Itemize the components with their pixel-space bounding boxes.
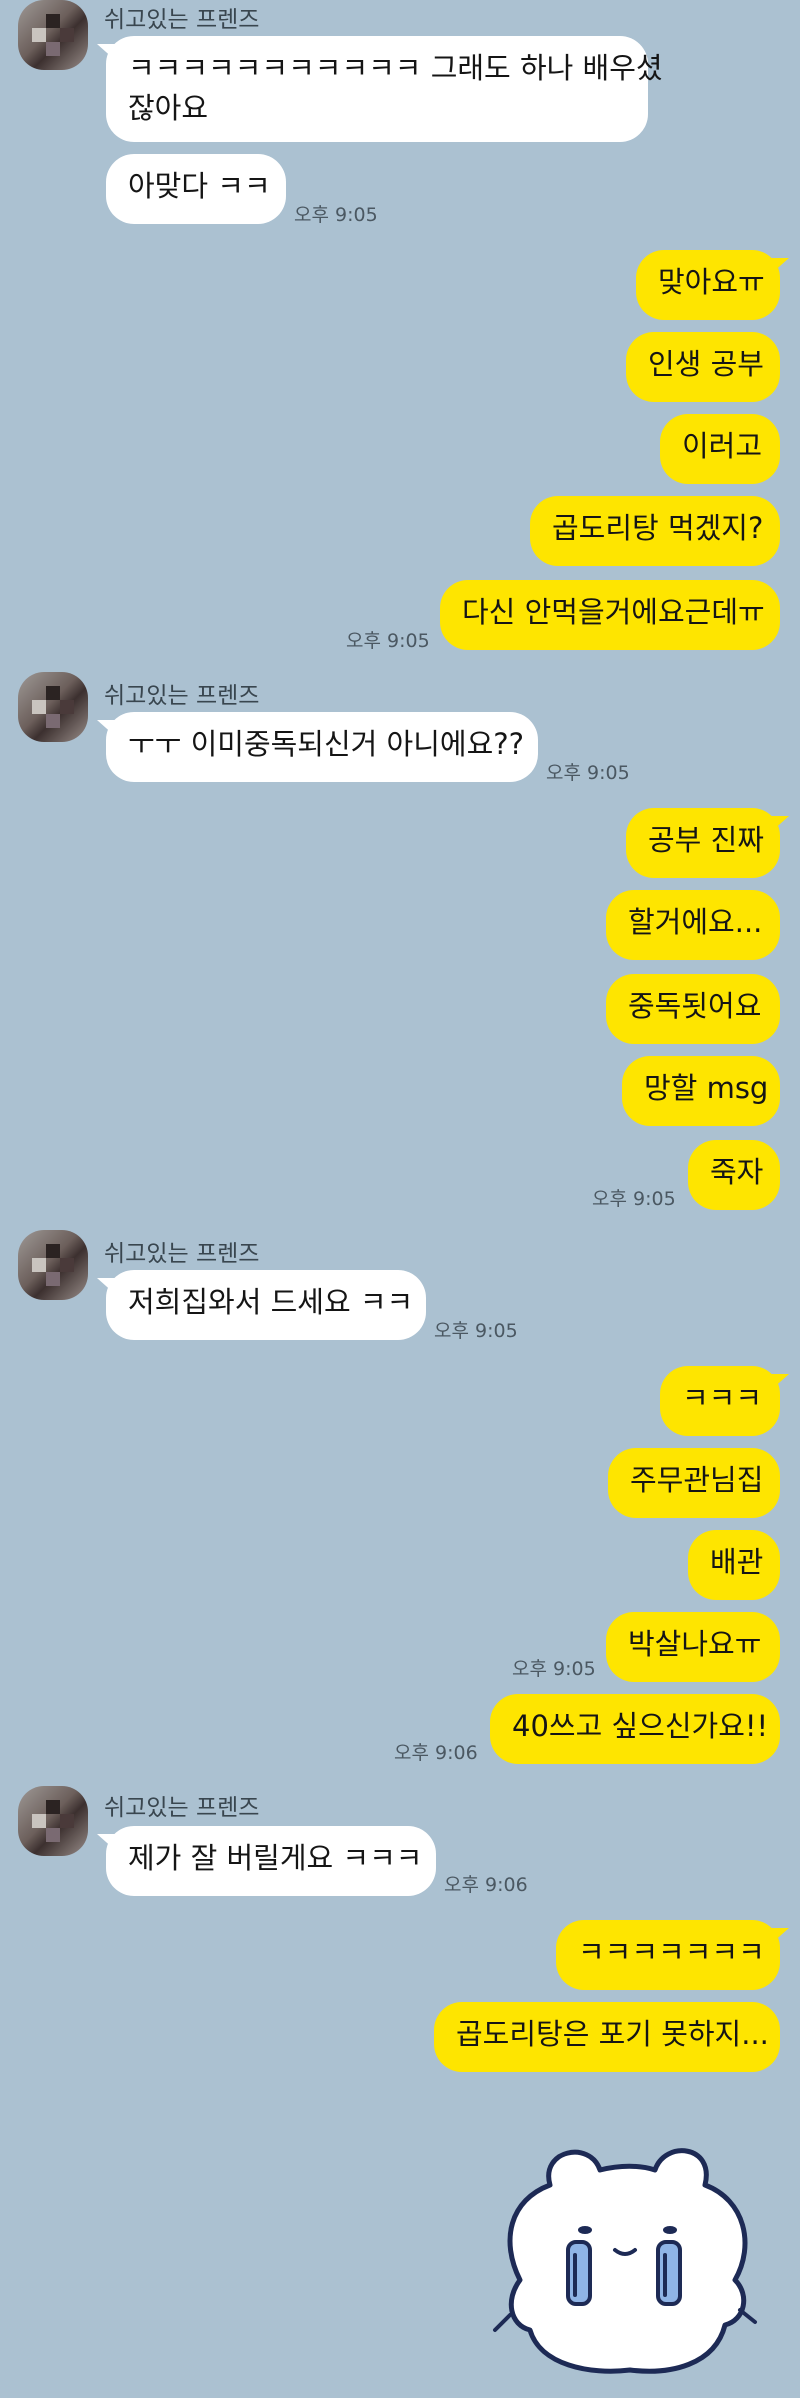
avatar-pixel: [32, 1258, 46, 1272]
avatar-pixel: [46, 14, 60, 28]
message-text: 이러고: [682, 429, 763, 463]
outgoing-message-bubble[interactable]: 인생 공부: [626, 332, 780, 402]
message-line: ㅋㅋㅋㅋㅋㅋㅋㅋㅋㅋㅋ 그래도 하나 배우셨: [128, 51, 663, 85]
outgoing-message-bubble[interactable]: 곱도리탕은 포기 못하지...: [434, 2002, 780, 2072]
avatar-pixel: [32, 28, 46, 42]
avatar-pixel: [46, 1272, 60, 1286]
sender-name: 쉬고있는 프렌즈: [104, 683, 260, 709]
avatar[interactable]: [18, 1230, 88, 1300]
message-text: 아맞다 ㅋㅋ: [128, 169, 271, 203]
avatar-pixel: [46, 714, 60, 728]
outgoing-message-bubble[interactable]: 중독됫어요: [606, 974, 780, 1044]
message-text: 제가 잘 버릴게요 ㅋㅋㅋ: [128, 1841, 423, 1875]
message-text: 공부 진짜: [648, 823, 764, 857]
crying-frog-sticker-icon[interactable]: [480, 2130, 765, 2380]
message-line: 잖아요: [128, 91, 209, 125]
message-time: 오후 9:06: [444, 1874, 528, 1896]
avatar-pixel: [60, 700, 74, 714]
message-text: ㅜㅜ 이미중독되신거 아니에요??: [128, 727, 525, 761]
avatar-pixel: [60, 28, 74, 42]
message-text: 곱도리탕은 포기 못하지...: [456, 2017, 769, 2051]
incoming-message-bubble[interactable]: ㅋㅋㅋㅋㅋㅋㅋㅋㅋㅋㅋ 그래도 하나 배우셨 잖아요: [97, 36, 663, 142]
message-text: 주무관님집: [630, 1463, 764, 1497]
avatar[interactable]: [18, 1786, 88, 1856]
outgoing-message-bubble[interactable]: ㅋㅋㅋ: [660, 1366, 789, 1436]
message-text: 박살나요ㅠ: [628, 1627, 762, 1661]
avatar-pixel: [60, 1814, 74, 1828]
incoming-message-bubble[interactable]: 제가 잘 버릴게요 ㅋㅋㅋ: [97, 1826, 436, 1896]
outgoing-message-bubble[interactable]: ㅋㅋㅋㅋㅋㅋㅋ: [556, 1920, 789, 1990]
sender-name: 쉬고있는 프렌즈: [104, 7, 260, 33]
message-time: 오후 9:05: [346, 630, 430, 652]
avatar[interactable]: [18, 0, 88, 70]
avatar-pixel: [46, 1800, 60, 1814]
message-time: 오후 9:05: [294, 204, 378, 226]
message-text: 할거에요...: [628, 905, 763, 939]
outgoing-message-bubble[interactable]: 할거에요...: [606, 890, 780, 960]
outgoing-message-bubble[interactable]: 박살나요ㅠ: [606, 1612, 780, 1682]
incoming-message-bubble[interactable]: 저희집와서 드세요 ㅋㅋ: [97, 1270, 426, 1340]
outgoing-message-bubble[interactable]: 주무관님집: [608, 1448, 780, 1518]
avatar-pixel: [46, 42, 60, 56]
outgoing-message-bubble[interactable]: 이러고: [660, 414, 780, 484]
outgoing-message-bubble[interactable]: 배관: [688, 1530, 780, 1600]
outgoing-message-bubble[interactable]: 죽자: [688, 1140, 780, 1210]
avatar-pixel: [32, 1814, 46, 1828]
message-time: 오후 9:05: [434, 1320, 518, 1342]
message-text: ㅋㅋㅋ: [682, 1381, 763, 1415]
message-text: 맞아요ㅠ: [658, 265, 765, 299]
message-time: 오후 9:05: [512, 1658, 596, 1680]
avatar-pixel: [46, 1244, 60, 1258]
outgoing-message-bubble[interactable]: 다신 안먹을거에요근데ㅠ: [440, 580, 780, 650]
avatar-pixel: [60, 1258, 74, 1272]
message-text: 망할 msg: [644, 1071, 769, 1105]
message-text: 인생 공부: [648, 347, 764, 381]
message-text: 40쓰고 싶으신가요!!: [512, 1709, 769, 1743]
message-text: 죽자: [710, 1155, 764, 1189]
sender-name: 쉬고있는 프렌즈: [104, 1241, 260, 1267]
outgoing-message-bubble[interactable]: 맞아요ㅠ: [636, 250, 789, 320]
message-time: 오후 9:06: [394, 1742, 478, 1764]
message-text: 다신 안먹을거에요근데ㅠ: [462, 595, 765, 629]
message-text: 배관: [710, 1545, 764, 1579]
message-text: 곱도리탕 먹겠지?: [552, 511, 764, 545]
avatar-pixel: [46, 686, 60, 700]
outgoing-message-bubble[interactable]: 망할 msg: [622, 1056, 780, 1126]
message-text: 중독됫어요: [628, 989, 762, 1023]
message-time: 오후 9:05: [592, 1188, 676, 1210]
outgoing-message-bubble[interactable]: 곱도리탕 먹겠지?: [530, 496, 780, 566]
outgoing-message-bubble[interactable]: 공부 진짜: [626, 808, 789, 878]
avatar[interactable]: [18, 672, 88, 742]
incoming-message-bubble[interactable]: 아맞다 ㅋㅋ: [106, 154, 286, 224]
sender-name: 쉬고있는 프렌즈: [104, 1795, 260, 1821]
avatar-pixel: [46, 1828, 60, 1842]
message-time: 오후 9:05: [546, 762, 630, 784]
outgoing-message-bubble[interactable]: 40쓰고 싶으신가요!!: [490, 1694, 780, 1764]
message-text: 저희집와서 드세요 ㅋㅋ: [128, 1285, 414, 1319]
incoming-message-bubble[interactable]: ㅜㅜ 이미중독되신거 아니에요??: [97, 712, 538, 782]
message-text: ㅋㅋㅋㅋㅋㅋㅋ: [578, 1935, 765, 1969]
avatar-pixel: [32, 700, 46, 714]
